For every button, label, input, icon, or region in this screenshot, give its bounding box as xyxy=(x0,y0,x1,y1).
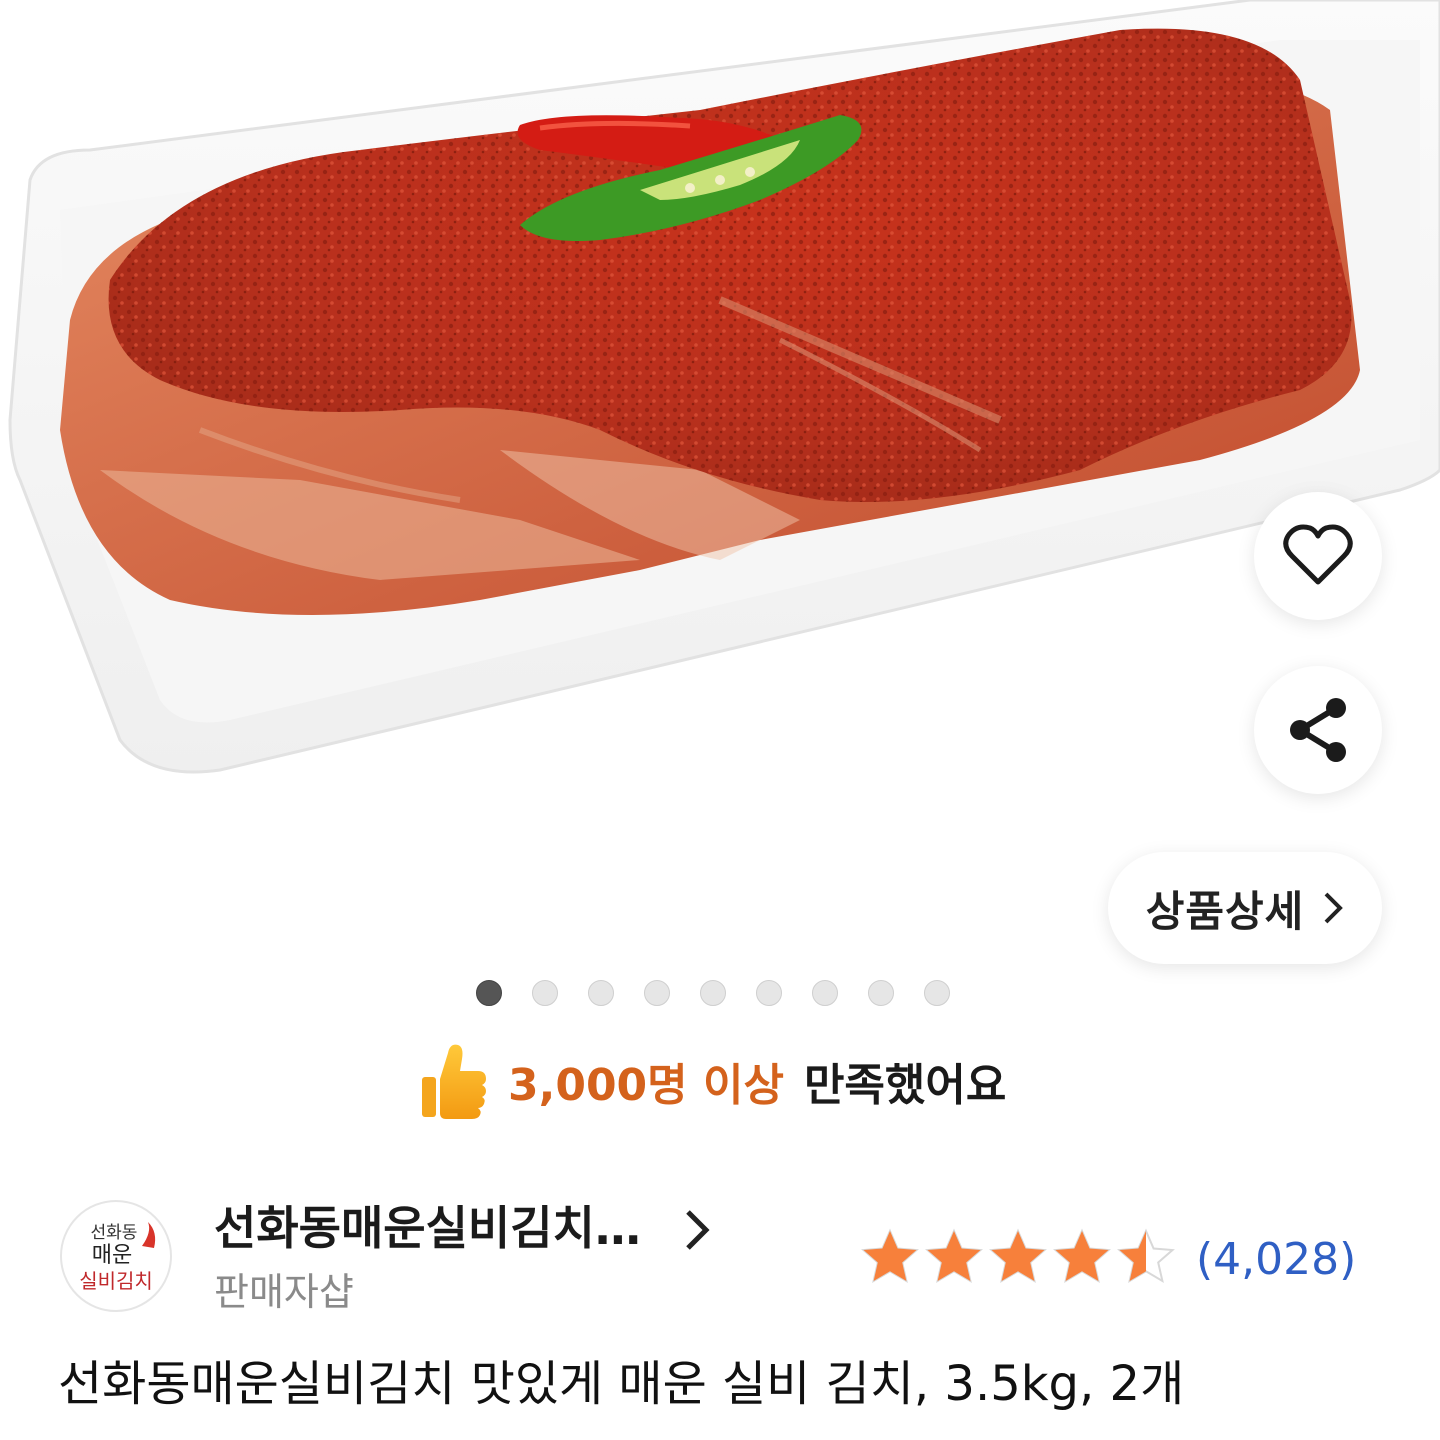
product-detail-button[interactable]: 상품상세 xyxy=(1108,852,1382,964)
heart-outline-icon xyxy=(1283,524,1353,585)
carousel-dot[interactable] xyxy=(868,980,894,1006)
carousel-dot[interactable] xyxy=(924,980,950,1006)
seller-logo[interactable]: 선화동 매운 실비김치 xyxy=(60,1200,172,1312)
seller-shop-label: 판매자샵 xyxy=(214,1270,354,1314)
chevron-right-icon xyxy=(1324,892,1344,924)
carousel-dot[interactable] xyxy=(532,980,558,1006)
thumbs-up-icon xyxy=(422,1044,486,1119)
carousel-dot[interactable] xyxy=(476,980,502,1006)
carousel-indicator xyxy=(476,980,950,1006)
seller-logo-image: 선화동 매운 실비김치 xyxy=(79,1222,156,1293)
review-count[interactable]: (4,028) xyxy=(1196,1230,1356,1290)
product-image[interactable] xyxy=(0,0,1440,960)
product-detail-label: 상품상세 xyxy=(1145,886,1305,936)
star-icon xyxy=(1117,1228,1175,1284)
satisfaction-text: 만족했어요 xyxy=(803,1060,1007,1111)
chevron-right-icon[interactable] xyxy=(680,1206,714,1254)
carousel-dot[interactable] xyxy=(588,980,614,1006)
logo-line-3: 실비김치 xyxy=(79,1270,153,1293)
satisfaction-banner: 3,000명 이상 만족했어요 xyxy=(420,1036,1006,1126)
star-icon xyxy=(925,1228,983,1284)
wishlist-button[interactable] xyxy=(1254,492,1382,620)
logo-line-2: 매운 xyxy=(92,1242,132,1267)
rating-stars xyxy=(860,1228,1176,1286)
logo-line-1: 선화동 xyxy=(91,1223,138,1242)
kimchi-photo xyxy=(8,0,1440,774)
product-title: 선화동매운실비김치 맛있게 매운 실비 김치, 3.5kg, 2개 xyxy=(58,1356,1185,1412)
carousel-dot[interactable] xyxy=(644,980,670,1006)
star-icon xyxy=(861,1228,919,1284)
star-icon xyxy=(989,1228,1047,1284)
seller-name[interactable]: 선화동매운실비김치… xyxy=(214,1196,654,1260)
share-icon xyxy=(1290,698,1346,762)
carousel-dot[interactable] xyxy=(700,980,726,1006)
carousel-dot[interactable] xyxy=(756,980,782,1006)
star-icon xyxy=(1053,1228,1111,1284)
satisfaction-count: 3,000명 이상 xyxy=(508,1060,784,1111)
carousel-dot[interactable] xyxy=(812,980,838,1006)
share-button[interactable] xyxy=(1254,666,1382,794)
